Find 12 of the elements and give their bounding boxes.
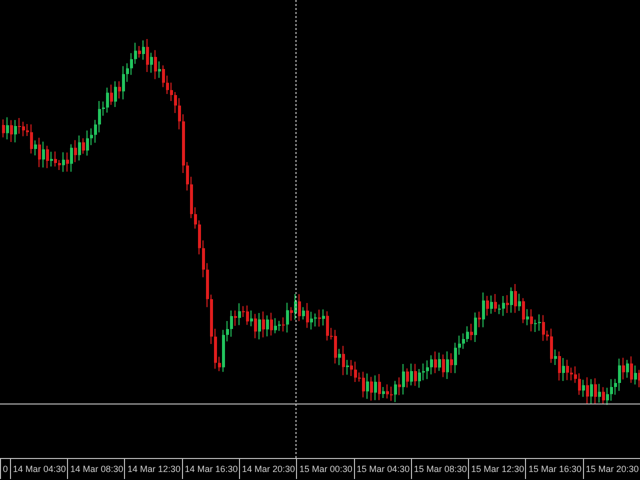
time-axis-label: 15 Mar 08:30: [410, 459, 468, 479]
time-axis-label: 14 Mar 12:30: [124, 459, 182, 479]
time-axis-label: 15 Mar 00:30: [296, 459, 354, 479]
time-axis-label: 14 Mar 08:30: [67, 459, 124, 479]
time-axis-label: 15 Mar 16:30: [525, 459, 583, 479]
time-axis-label: 14 Mar 16:30: [182, 459, 240, 479]
time-axis-label: 15 Mar 04:30: [354, 459, 411, 479]
time-axis-label: 0: [0, 459, 10, 479]
time-axis-label: 14 Mar 04:30: [10, 459, 68, 479]
time-axis-label: 14 Mar 20:30: [239, 459, 296, 479]
time-axis-label: 15 Mar 20:30: [582, 459, 640, 479]
time-axis-label: 15 Mar 12:30: [468, 459, 526, 479]
